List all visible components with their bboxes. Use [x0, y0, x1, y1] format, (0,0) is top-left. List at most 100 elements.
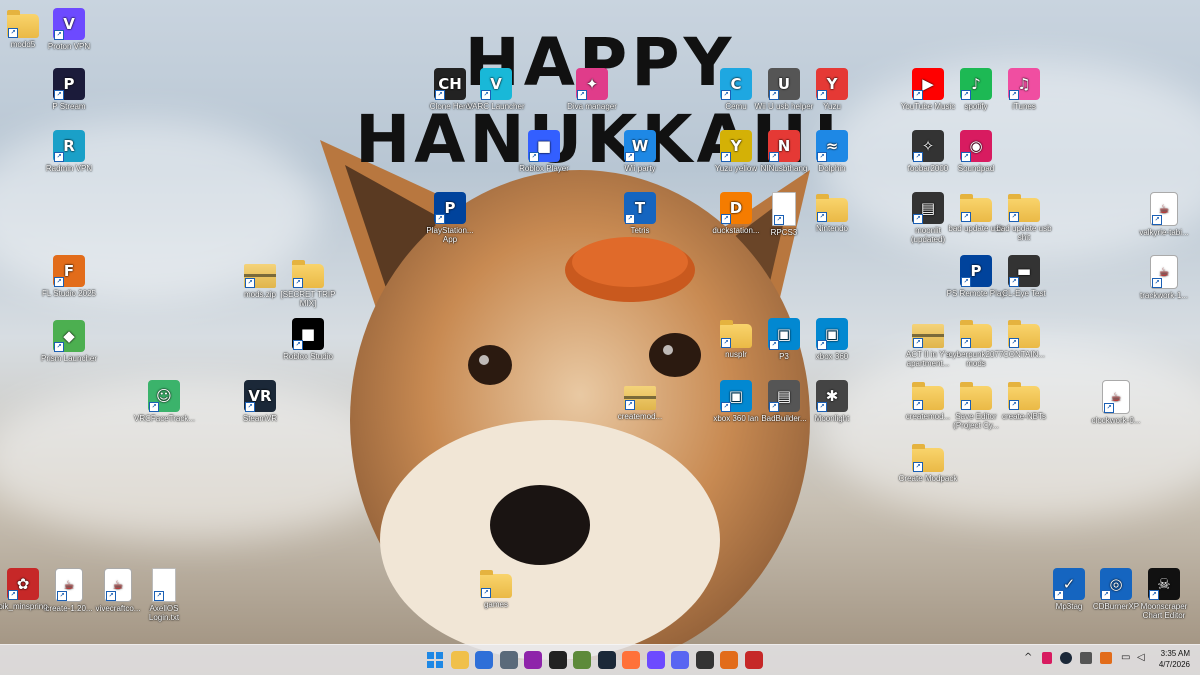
desktop-icon-vrcfacetrack[interactable]: ☺ ↗ VRCFaceTrack... [134, 380, 195, 423]
desktop-icon-roblox-studio[interactable]: ■ ↗ Roblox Studio [278, 318, 338, 361]
taskbar-obs-icon[interactable] [548, 651, 567, 669]
desktop-icon-label: CONTAIN... [1002, 350, 1046, 359]
prism-launcher-icon: ◆ ↗ [53, 320, 85, 352]
doc-icon: ↗ [152, 568, 176, 602]
desktop-icon-label: clockwork-0... [1091, 416, 1141, 425]
tray-overflow-chevron-icon[interactable]: ^ [1024, 652, 1032, 663]
desktop-icon-label: Yuzu [823, 102, 841, 111]
desktop-icon-create-nbts[interactable]: ↗ create-NBTs [994, 380, 1054, 421]
shortcut-arrow-icon: ↗ [54, 152, 64, 162]
desktop-icon-create-modpack[interactable]: ↗ Create Modpack [898, 442, 958, 483]
wii-u-usb-helper-icon: U ↗ [768, 68, 800, 100]
desktop-icon-label: Prism Launcher [40, 354, 98, 363]
desktop-icon-wii-party[interactable]: W ↗ Wii party [610, 130, 670, 173]
desktop-icon-contain[interactable]: ↗ CONTAIN... [994, 318, 1054, 359]
desktop-icon-prism-launcher[interactable]: ◆ ↗ Prism Launcher [39, 320, 99, 363]
shortcut-arrow-icon: ↗ [149, 402, 159, 412]
folder-icon: ↗ [1008, 320, 1040, 348]
taskbar-proton-vpn-icon[interactable] [646, 651, 665, 669]
desktop-icon-p-stream[interactable]: P ↗ P Stream [39, 68, 99, 111]
desktop-icon-createmod[interactable]: ↗ createmod... [610, 380, 670, 421]
desktop-icon-radmin-vpn[interactable]: R ↗ Radmin VPN [39, 130, 99, 173]
shortcut-arrow-icon: ↗ [961, 277, 971, 287]
desktop-icon-moonlight[interactable]: ✱ ↗ Moonlight [802, 380, 862, 423]
desktop-icon-cl-eye-test[interactable]: ▬ ↗ CL-Eye Test [994, 255, 1054, 298]
desktop-icon-xbox-360[interactable]: ▣ ↗ xbox 360 [802, 318, 862, 361]
desktop-icon-diva-manager[interactable]: ✦ ↗ Diva manager [562, 68, 622, 111]
tray-app-icon[interactable] [1080, 652, 1092, 664]
varc-launcher-icon: V ↗ [480, 68, 512, 100]
taskbar-app-red-icon[interactable] [744, 651, 763, 669]
volume-icon[interactable]: ◁ [1137, 652, 1145, 663]
shortcut-arrow-icon: ↗ [293, 278, 303, 288]
desktop-icon-steamvr[interactable]: VR ↗ SteamVR [230, 380, 290, 423]
playstation-app-icon: P ↗ [434, 192, 466, 224]
desktop-icon-soundpad[interactable]: ◉ ↗ Soundpad [946, 130, 1006, 173]
desktop-icon-fl-studio-2025[interactable]: F ↗ FL Studio 2025 [39, 255, 99, 298]
desktop-icon-varc-launcher[interactable]: V ↗ VARC Launcher [466, 68, 526, 111]
roblox-player-icon: ■ ↗ [528, 130, 560, 162]
network-icon[interactable]: ▭ [1121, 652, 1130, 663]
zip-icon: ↗ [624, 386, 656, 410]
taskbar-discord-icon[interactable] [671, 651, 689, 669]
shortcut-arrow-icon: ↗ [721, 402, 731, 412]
shortcut-arrow-icon: ↗ [1009, 90, 1019, 100]
pik-minspring-icon: ✿ ↗ [7, 568, 39, 600]
zip-icon: ↗ [912, 324, 944, 348]
shortcut-arrow-icon: ↗ [1152, 278, 1162, 288]
desktop-icon-trackwork-1[interactable]: ☕ ↗ trackwork-1... [1134, 255, 1194, 300]
desktop-icon-playstation-app[interactable]: P ↗ PlayStation... App [420, 192, 480, 244]
shortcut-arrow-icon: ↗ [245, 402, 255, 412]
taskbar-start-icon[interactable] [426, 651, 444, 669]
desktop-icon-games[interactable]: ↗ games [466, 568, 526, 609]
taskbar-app-purple-icon[interactable] [524, 651, 542, 669]
taskbar-file-explorer-icon[interactable] [450, 651, 469, 669]
desktop-icon-secret-trip-mix[interactable]: ↗ [SECRET TRIP MIX] [278, 258, 338, 308]
steam-tray-icon[interactable] [1060, 652, 1072, 664]
folder-icon: ↗ [912, 382, 944, 410]
desktop-icon-label: PlayStation... App [426, 226, 474, 244]
taskbar-settings-icon[interactable] [499, 651, 518, 669]
taskbar-foobar-icon[interactable] [695, 651, 714, 669]
shortcut-arrow-icon: ↗ [1054, 590, 1064, 600]
radmin-vpn-icon: R ↗ [53, 130, 85, 162]
cdburnerxp-icon: ◎ ↗ [1100, 568, 1132, 600]
tray-app-icon[interactable] [1042, 652, 1052, 664]
shortcut-arrow-icon: ↗ [54, 30, 64, 40]
taskbar-fl-studio-icon[interactable] [720, 651, 738, 669]
desktop-icon-label: Nintendo [815, 224, 849, 233]
desktop-icon-bad-update-usb-shit[interactable]: ↗ bad update usb shit [994, 192, 1054, 242]
system-clock[interactable]: 3:35 AM 4/7/2026 [1159, 648, 1190, 670]
taskbar-firefox-icon[interactable] [622, 651, 640, 669]
shortcut-arrow-icon: ↗ [817, 402, 827, 412]
desktop-icon-label: FL Studio 2025 [42, 289, 96, 298]
desktop-icon-tetris[interactable]: T ↗ Tetris [610, 192, 670, 235]
folder-icon: ↗ [960, 194, 992, 222]
desktop-icon-moonscraper-chart-editor[interactable]: ☠ ↗ Moonscraper Chart Editor [1134, 568, 1194, 620]
desktop-icon-valkyrie-tabi[interactable]: ☕ ↗ valkyrie-tabi... [1134, 192, 1194, 237]
desktop-icon-roblox-player[interactable]: ■ ↗ Roblox Player [514, 130, 574, 173]
moonlight-icon: ✱ ↗ [816, 380, 848, 412]
desktop-icon-label: Roblox Player [519, 164, 569, 173]
desktop-icon-label: Moonlight [814, 414, 850, 423]
vrcfacetrack-icon: ☺ ↗ [148, 380, 180, 412]
desktop-icon-dolphin[interactable]: ≈ ↗ Dolphin [802, 130, 862, 173]
shortcut-arrow-icon: ↗ [961, 338, 971, 348]
desktop-icon-itunes[interactable]: ♫ ↗ iTunes [994, 68, 1054, 111]
shortcut-arrow-icon: ↗ [1009, 400, 1019, 410]
desktop-icon-axellos-login-txt[interactable]: ↗ AxellOS Login.txt [134, 568, 194, 622]
shortcut-arrow-icon: ↗ [435, 214, 445, 224]
desktop-icon-label: Moonscraper Chart Editor [1140, 602, 1188, 620]
desktop-icon-yuzu[interactable]: Y ↗ Yuzu [802, 68, 862, 111]
desktop-icon-proton-vpn[interactable]: V ↗ Proton VPN [39, 8, 99, 51]
moonlit-updated-icon: ▤ ↗ [912, 192, 944, 224]
shortcut-arrow-icon: ↗ [913, 462, 923, 472]
zip-icon: ↗ [244, 264, 276, 288]
taskbar-minecraft-icon[interactable] [573, 651, 591, 669]
tray-app-icon[interactable] [1100, 652, 1112, 664]
desktop-icon-clockwork-0[interactable]: ☕ ↗ clockwork-0... [1086, 380, 1146, 425]
desktop-icon-nintendo[interactable]: ↗ Nintendo [802, 192, 862, 233]
taskbar-steam-icon[interactable] [597, 651, 616, 669]
taskbar-photos-icon[interactable] [475, 651, 493, 669]
folder-icon: ↗ [1008, 194, 1040, 222]
